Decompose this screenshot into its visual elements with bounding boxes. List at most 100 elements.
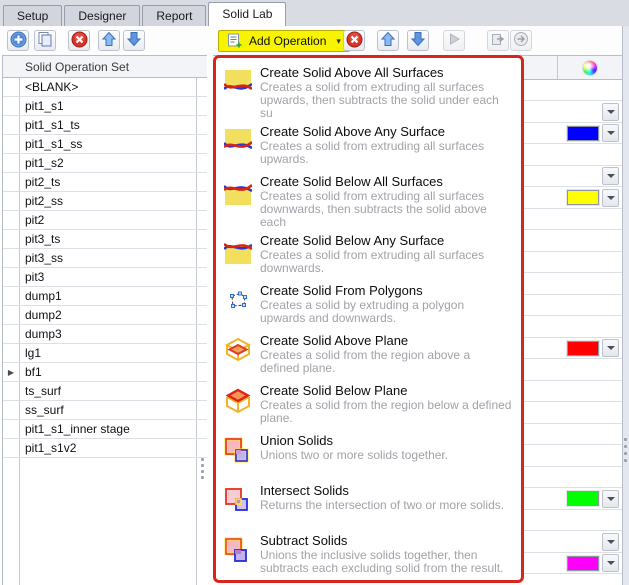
move-operation-down-button[interactable] [407, 30, 429, 51]
menu-item-create-solid-below-any-surface[interactable]: Create Solid Below Any Surface Creates a … [216, 229, 521, 279]
row-selector-cell[interactable] [3, 306, 19, 324]
tab-setup[interactable]: Setup [3, 5, 63, 26]
list-item-label: dump2 [25, 308, 62, 322]
menu-item-title: Subtract Solids [260, 533, 348, 548]
color-dropdown-button[interactable] [602, 532, 619, 551]
selected-row-marker[interactable]: ▶ [3, 363, 19, 381]
row-selector-cell[interactable] [3, 230, 19, 248]
menu-item-title: Intersect Solids [260, 483, 349, 498]
list-item[interactable]: <BLANK> [3, 78, 207, 97]
color-swatch[interactable] [566, 490, 600, 507]
export-button[interactable] [487, 30, 509, 51]
color-dropdown-button[interactable] [602, 102, 619, 121]
list-item[interactable]: pit1_s1v2 [3, 439, 207, 458]
menu-item-title: Create Solid Below Plane [260, 383, 408, 398]
chevron-down-icon [606, 109, 615, 114]
row-selector-cell[interactable] [3, 97, 19, 115]
menu-item-translate-solid-or-surface[interactable]: Translate Solid or SurfaceTranslates a s… [216, 579, 521, 580]
add-icon [10, 31, 27, 51]
list-item[interactable]: dump1 [3, 287, 207, 306]
list-item[interactable]: pit1_s2 [3, 154, 207, 173]
row-selector-cell[interactable] [3, 211, 19, 229]
delete-operation-button[interactable] [343, 30, 365, 51]
menu-item-create-solid-below-plane[interactable]: Create Solid Below Plane Creates a solid … [216, 379, 521, 429]
copy-button[interactable] [34, 30, 56, 51]
list-item[interactable]: dump2 [3, 306, 207, 325]
row-selector-cell[interactable] [3, 325, 19, 343]
color-swatch[interactable] [566, 189, 600, 206]
menu-item-description: Creates a solid from the region below a … [260, 398, 512, 425]
menu-item-create-solid-above-all-surfaces[interactable]: Create Solid Above All Surfaces Creates a… [216, 61, 521, 120]
move-down-button[interactable] [123, 30, 145, 51]
color-dropdown-button[interactable] [602, 188, 619, 207]
color-swatch[interactable] [566, 124, 600, 142]
list-item[interactable]: pit1_s1_ss [3, 135, 207, 154]
move-operation-up-button[interactable] [377, 30, 399, 51]
color-dropdown-button[interactable] [602, 124, 619, 142]
delete-icon [71, 31, 88, 51]
list-item[interactable]: lg1 [3, 344, 207, 363]
list-item[interactable]: pit2 [3, 211, 207, 230]
tab-solid-lab[interactable]: Solid Lab [208, 2, 287, 26]
row-selector-cell[interactable] [3, 344, 19, 362]
color-dropdown-button[interactable] [602, 554, 619, 572]
color-swatch[interactable] [566, 339, 600, 357]
list-item[interactable]: pit1_s1_ts [3, 116, 207, 135]
row-selector-cell[interactable] [3, 249, 19, 267]
color-dropdown-button[interactable] [602, 339, 619, 357]
add-button[interactable] [7, 30, 29, 51]
list-item-label: ss_surf [25, 403, 64, 417]
list-item[interactable]: pit3_ts [3, 230, 207, 249]
row-selector-cell[interactable] [3, 401, 19, 419]
list-item[interactable]: pit1_s1_inner stage [3, 420, 207, 439]
list-item[interactable]: pit2_ts [3, 173, 207, 192]
copy-icon [37, 31, 53, 50]
go-button[interactable] [510, 30, 532, 51]
menu-item-description: Creates a solid from extruding all surfa… [260, 80, 499, 120]
menu-item-create-solid-above-any-surface[interactable]: Create Solid Above Any Surface Creates a … [216, 120, 521, 170]
list-item[interactable]: pit3 [3, 268, 207, 287]
list-item[interactable]: ts_surf [3, 382, 207, 401]
row-selector-cell[interactable] [3, 135, 19, 153]
move-up-button[interactable] [98, 30, 120, 51]
delete-button[interactable] [68, 30, 90, 51]
menu-item-subtract-solids[interactable]: Subtract Solids Unions the inclusive soli… [216, 529, 521, 579]
menu-item-union-solids[interactable]: Union Solids Unions two or more solids to… [216, 429, 521, 479]
tab-designer[interactable]: Designer [64, 5, 141, 26]
row-selector-cell[interactable] [3, 439, 19, 457]
add-operation-button[interactable]: Add Operation ▾ [218, 30, 350, 52]
chevron-down-icon [606, 195, 615, 200]
color-dropdown-button[interactable] [602, 167, 619, 185]
row-selector-cell[interactable] [3, 173, 19, 191]
menu-item-create-solid-below-all-surfaces[interactable]: Create Solid Below All Surfaces Creates a… [216, 170, 521, 229]
row-selector-cell[interactable] [3, 287, 19, 305]
list-item-label: ts_surf [25, 384, 62, 398]
color-swatch[interactable] [566, 554, 600, 572]
menu-item-create-solid-from-polygons[interactable]: Create Solid From Polygons Creates a soli… [216, 279, 521, 329]
list-item[interactable]: dump3 [3, 325, 207, 344]
menu-item-text: Create Solid Above All Surfaces Creates a… [260, 63, 512, 120]
menu-item-text: Create Solid From Polygons Creates a soli… [260, 281, 512, 329]
chevron-down-icon [606, 496, 615, 501]
menu-item-create-solid-above-plane[interactable]: Create Solid Above Plane Creates a solid … [216, 329, 521, 379]
row-selector-cell[interactable] [3, 192, 19, 210]
row-selector-cell[interactable] [3, 154, 19, 172]
arrow-up-icon [380, 31, 396, 50]
list-item[interactable]: pit3_ss [3, 249, 207, 268]
color-dropdown-button[interactable] [602, 489, 619, 508]
row-selector-cell[interactable] [3, 382, 19, 400]
list-item[interactable]: pit2_ss [3, 192, 207, 211]
row-selector-cell[interactable] [3, 420, 19, 438]
row-selector-cell[interactable] [3, 78, 19, 96]
left-splitter-grip[interactable] [201, 458, 205, 479]
chevron-down-icon: ▾ [336, 35, 341, 46]
list-item[interactable]: pit1_s1 [3, 97, 207, 116]
list-item[interactable]: ▶ bf1 [3, 363, 207, 382]
row-selector-cell[interactable] [3, 268, 19, 286]
right-splitter-grip[interactable] [624, 438, 627, 462]
menu-item-intersect-solids[interactable]: Intersect Solids Returns the intersection… [216, 479, 521, 529]
tab-report[interactable]: Report [142, 5, 207, 26]
run-button[interactable] [443, 30, 465, 51]
row-selector-cell[interactable] [3, 116, 19, 134]
list-item[interactable]: ss_surf [3, 401, 207, 420]
